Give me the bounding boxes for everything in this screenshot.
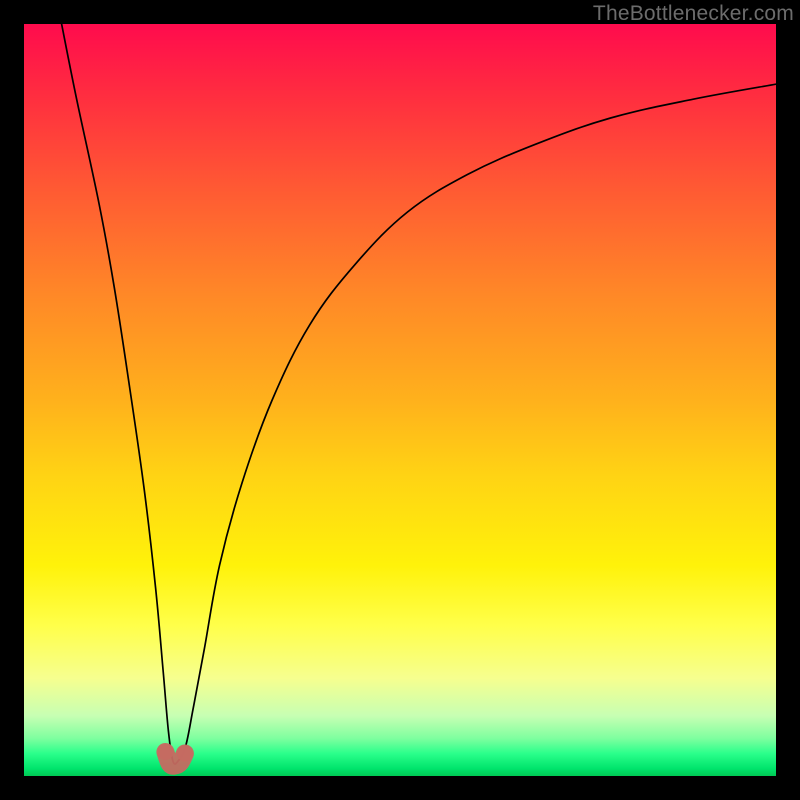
chart-frame: TheBottlenecker.com: [0, 0, 800, 800]
watermark-text: TheBottlenecker.com: [593, 2, 794, 26]
plot-area: [24, 24, 776, 776]
optimal-range-endpoint-left: [157, 744, 173, 760]
optimal-range-endpoint-right: [177, 745, 193, 761]
bottleneck-curve: [62, 24, 776, 764]
curve-svg: [24, 24, 776, 776]
